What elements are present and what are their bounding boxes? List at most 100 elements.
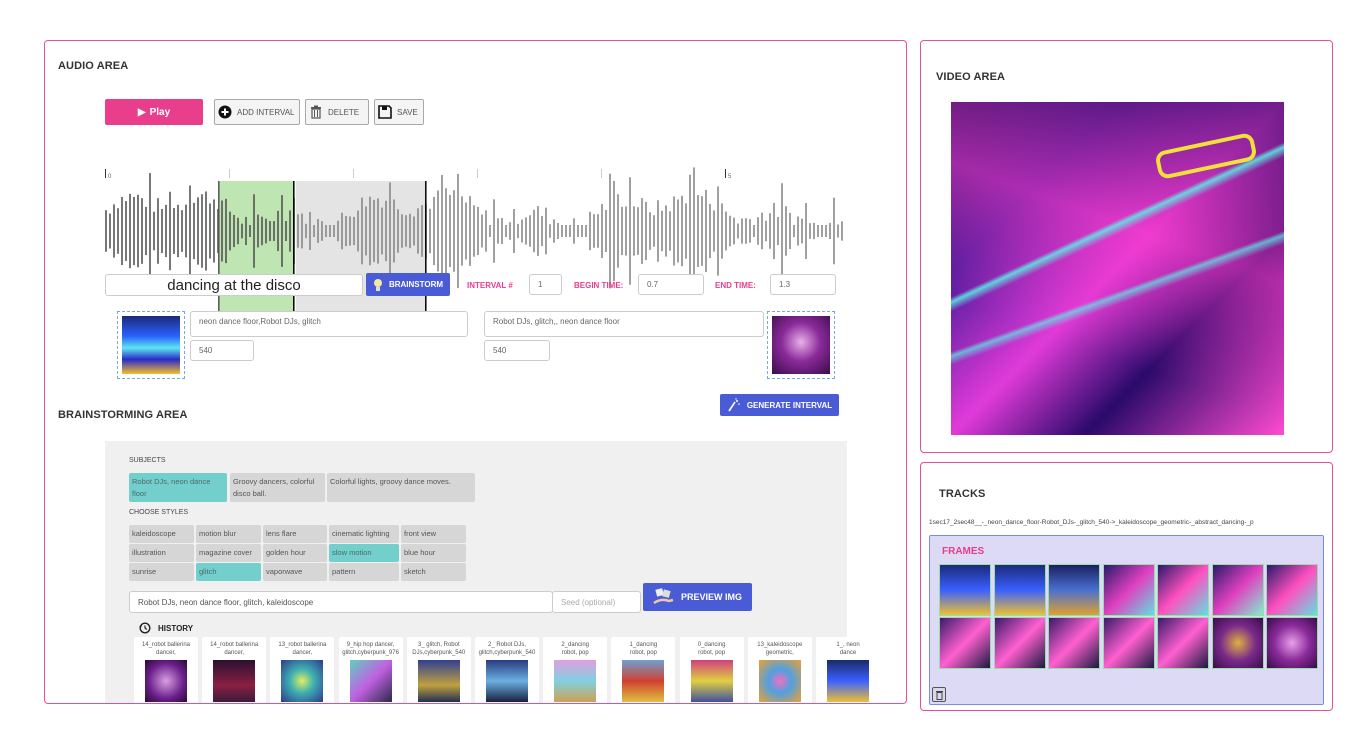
style-chip[interactable]: slow motion (329, 544, 399, 562)
style-chip[interactable]: lens flare (263, 525, 327, 543)
subject-chip[interactable]: Colorful lights, groovy dance moves. (327, 473, 475, 502)
history-card[interactable]: 1_, neon dance (816, 637, 880, 703)
history-card[interactable]: 3_ glitch, Robot DJs,cyberpunk_540 (406, 637, 471, 703)
add-interval-button[interactable]: ADD INTERVAL (214, 99, 300, 125)
history-thumbnail (213, 660, 256, 702)
frames-label: FRAMES (942, 546, 985, 557)
history-card-subtitle: robot, pop (561, 650, 589, 656)
history-card[interactable]: 1_dancing robot, pop (611, 637, 676, 703)
frame-thumbnail[interactable] (1157, 564, 1209, 616)
frame-thumbnail[interactable] (1102, 564, 1155, 616)
history-card-subtitle: dancer, (224, 650, 245, 656)
start-image-frame[interactable] (117, 311, 185, 379)
style-chip[interactable]: magazine cover (196, 544, 261, 562)
end-prompt-textarea[interactable]: Robot DJs, glitch,, neon dance floor (484, 311, 764, 337)
style-chip[interactable]: golden hour (263, 544, 327, 562)
history-card[interactable]: 0_dancing robot, pop (679, 637, 744, 703)
interval-input[interactable]: 1 (529, 274, 562, 295)
frame-thumbnail[interactable] (1048, 617, 1100, 669)
frames-panel: FRAMES (929, 535, 1324, 705)
start-seed-input[interactable]: 540 (190, 340, 254, 361)
frame-thumbnail[interactable] (1266, 564, 1318, 616)
frame-thumbnail[interactable] (939, 617, 991, 669)
history-card-subtitle: robot, pop (698, 650, 726, 656)
history-icon (139, 622, 151, 634)
track-name[interactable]: 1sec17_2sec48__-_neon_dance_floor-Robot_… (929, 519, 1327, 526)
history-card[interactable]: 13_robot ballerina dancer, (270, 637, 335, 703)
interval-label: INTERVAL # (467, 281, 513, 290)
subject-chip[interactable]: Groovy dancers, colorful disco ball. (230, 473, 325, 502)
end-time-input[interactable]: 1.3 (770, 274, 836, 295)
history-card-title: 1_dancing (629, 642, 658, 648)
style-chip[interactable]: blue hour (401, 544, 466, 562)
history-card[interactable]: 2_dancing robot, pop (543, 637, 608, 703)
audio-area-panel: AUDIO AREA ▶ Play ADD INTERVAL DELETE SA… (44, 40, 907, 704)
style-chip[interactable]: cinematic lighting (329, 525, 399, 543)
history-card-title: 13_robot ballerina (278, 642, 327, 648)
history-header: HISTORY (139, 622, 193, 634)
preview-img-button[interactable]: PREVIEW IMG (643, 583, 752, 611)
history-card-title: 14_robot ballerina (210, 642, 259, 648)
style-chip[interactable]: sketch (401, 563, 466, 581)
end-seed-input[interactable]: 540 (484, 340, 550, 361)
save-button[interactable]: SAVE (374, 99, 424, 125)
history-card-title: 13_kaleidoscope (757, 642, 803, 648)
play-label: Play (149, 106, 171, 118)
end-keyframe-image (772, 316, 830, 374)
save-icon (378, 105, 392, 119)
style-chip[interactable]: kaleidoscope (129, 525, 194, 543)
history-card[interactable]: 13_kaleidoscope geometric, (747, 637, 812, 703)
style-chip[interactable]: vaporwave (263, 563, 327, 581)
history-card-subtitle: dancer, (292, 650, 313, 656)
history-thumbnail (622, 660, 665, 702)
begin-time-input[interactable]: 0.7 (638, 274, 704, 295)
history-card-subtitle: robot, pop (629, 650, 657, 656)
start-prompt-textarea[interactable]: neon dance floor,Robot DJs, glitch (190, 311, 468, 337)
prompt-input[interactable]: dancing at the disco (105, 274, 363, 296)
subject-chip[interactable]: Robot DJs, neon dance floor (129, 473, 227, 502)
magic-wand-icon (728, 398, 740, 412)
begin-time-label: BEGIN TIME: (574, 281, 624, 290)
video-area-panel: VIDEO AREA (920, 40, 1333, 453)
style-chip[interactable]: illustration (129, 544, 194, 562)
play-button[interactable]: ▶ Play (105, 99, 203, 125)
style-chip[interactable]: pattern (329, 563, 399, 581)
end-image-frame[interactable] (767, 311, 835, 379)
brainstorm-button[interactable]: BRAINSTORM (366, 273, 450, 296)
frame-thumbnail[interactable] (939, 564, 991, 616)
history-card[interactable]: 2_ Robot DJs, glitch,cyberpunk_540 (475, 637, 539, 703)
add-interval-label: ADD INTERVAL (237, 107, 295, 117)
frame-thumbnail[interactable] (1211, 564, 1264, 616)
frame-thumbnail[interactable] (993, 617, 1046, 669)
history-card-subtitle: dance (839, 650, 857, 656)
style-chip[interactable]: sunrise (129, 563, 194, 581)
image-prompt-input[interactable]: Robot DJs, neon dance floor, glitch, kal… (129, 591, 553, 613)
seed-input[interactable]: Seed (optional) (552, 591, 641, 613)
history-thumbnail (554, 660, 597, 702)
tracks-panel: TRACKS 1sec17_2sec48__-_neon_dance_floor… (920, 462, 1333, 711)
delete-button[interactable]: DELETE (305, 99, 369, 125)
generate-interval-button[interactable]: GENERATE INTERVAL (720, 394, 839, 416)
video-preview[interactable] (951, 102, 1284, 435)
style-chip[interactable]: motion blur (196, 525, 261, 543)
history-thumbnail (417, 660, 460, 702)
frame-thumbnail[interactable] (1048, 564, 1100, 616)
history-card[interactable]: 14_robot ballerina dancer, (202, 637, 267, 703)
delete-track-button[interactable] (932, 687, 946, 702)
history-card-title: 3_ glitch, Robot (417, 642, 460, 648)
frame-thumbnail[interactable] (993, 564, 1046, 616)
generate-interval-label: GENERATE INTERVAL (746, 400, 833, 410)
history-card[interactable]: 14_robot ballerina dancer, (134, 637, 198, 703)
history-card-subtitle: dancer, (156, 650, 176, 656)
frame-thumbnail[interactable] (1211, 617, 1264, 669)
start-keyframe-image (122, 316, 180, 374)
history-card-title: 1_, neon (836, 642, 860, 648)
frame-thumbnail[interactable] (1266, 617, 1318, 669)
style-chip[interactable]: glitch (196, 563, 261, 581)
tracks-title: TRACKS (939, 488, 986, 500)
history-card[interactable]: 9_hip hop dancer, glitch,cyberpunk_976 (338, 637, 403, 703)
style-chip[interactable]: front view (401, 525, 466, 543)
frame-thumbnail[interactable] (1157, 617, 1209, 669)
frame-thumbnail[interactable] (1102, 617, 1155, 669)
choose-styles-label: CHOOSE STYLES (129, 509, 189, 516)
